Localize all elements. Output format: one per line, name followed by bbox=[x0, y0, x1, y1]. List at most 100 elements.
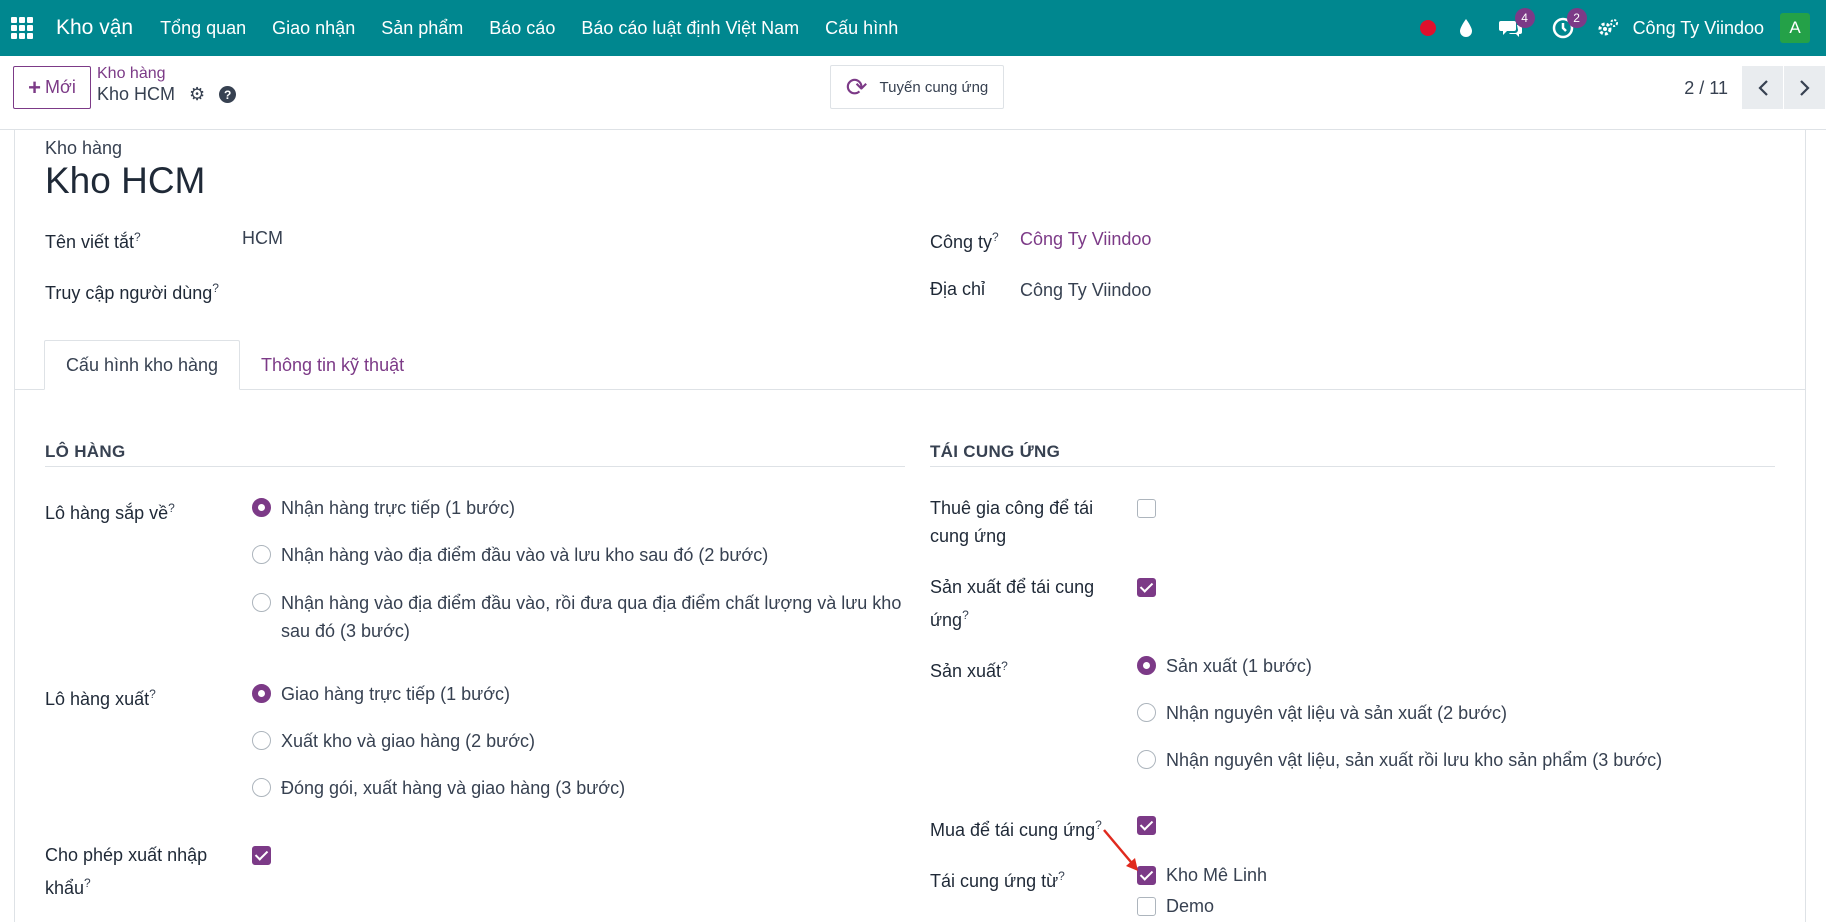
outgoing-option-3-steps[interactable]: Đóng gói, xuất hàng và giao hàng (3 bước… bbox=[252, 774, 625, 802]
outgoing-option-label: Xuất kho và giao hàng (2 bước) bbox=[281, 731, 536, 751]
incoming-shipments-label-text: Lô hàng sắp về bbox=[45, 503, 169, 523]
radio-button[interactable] bbox=[1137, 703, 1156, 722]
company-label-text: Công ty bbox=[930, 232, 993, 252]
buy-resupply-label-text: Mua để tái cung ứng bbox=[930, 820, 1096, 840]
breadcrumb: Kho hàng Kho HCM ⚙ ? bbox=[97, 65, 237, 105]
incoming-option-label: Nhận hàng trực tiếp (1 bước) bbox=[281, 498, 516, 518]
incoming-option-1-step[interactable]: Nhận hàng trực tiếp (1 bước) bbox=[252, 494, 515, 522]
resupply-from-kho-me-linh[interactable]: Kho Mê Linh bbox=[1137, 865, 1267, 886]
help-mark: ? bbox=[212, 281, 219, 295]
plus-icon: + bbox=[28, 74, 42, 100]
outgoing-option-2-steps[interactable]: Xuất kho và giao hàng (2 bước) bbox=[252, 727, 535, 755]
resupply-from-demo[interactable]: Demo bbox=[1137, 896, 1214, 917]
gear-icon[interactable]: ⚙ bbox=[189, 84, 205, 105]
record-type-label: Kho hàng bbox=[45, 138, 123, 158]
resupply-warehouse-label: Kho Mê Linh bbox=[1166, 865, 1268, 885]
drop-icon[interactable] bbox=[1447, 0, 1485, 56]
help-mark: ? bbox=[84, 876, 91, 890]
manufacture-resupply-label-text: Sản xuất để tái cung ứng bbox=[930, 577, 1095, 630]
apps-menu-icon[interactable] bbox=[0, 0, 44, 56]
refresh-icon: ⟳ bbox=[845, 72, 868, 102]
user-avatar[interactable]: A bbox=[1780, 13, 1810, 43]
pager-value[interactable]: 2 / 11 bbox=[1684, 78, 1728, 99]
form-sheet: Kho hàng Kho HCM Tên viết tắt? HCM Truy … bbox=[14, 130, 1806, 922]
buy-resupply-label: Mua để tái cung ứng? bbox=[930, 811, 1102, 844]
tab-warehouse-config[interactable]: Cấu hình kho hàng bbox=[44, 340, 240, 390]
new-button[interactable]: + Mới bbox=[13, 66, 91, 109]
help-icon[interactable]: ? bbox=[219, 86, 237, 103]
menu-overview[interactable]: Tổng quan bbox=[147, 0, 259, 56]
breadcrumb-parent-link[interactable]: Kho hàng bbox=[97, 65, 236, 83]
incoming-option-label: Nhận hàng vào địa điểm đầu vào và lưu kh… bbox=[281, 545, 769, 565]
outgoing-shipments-label: Lô hàng xuất? bbox=[45, 680, 156, 713]
menu-vn-legal-reports[interactable]: Báo cáo luật định Việt Nam bbox=[568, 0, 812, 56]
import-export-checkbox[interactable] bbox=[252, 846, 271, 865]
outgoing-option-1-step[interactable]: Giao hàng trực tiếp (1 bước) bbox=[252, 680, 510, 708]
activities-clock-icon[interactable]: 2 bbox=[1537, 0, 1589, 56]
radio-button[interactable] bbox=[1137, 656, 1156, 675]
address-label: Địa chỉ bbox=[930, 279, 986, 299]
new-button-label: Mới bbox=[45, 77, 76, 97]
breadcrumb-current-label: Kho HCM bbox=[97, 84, 176, 104]
incoming-option-3-steps[interactable]: Nhận hàng vào địa điểm đầu vào, rồi đưa … bbox=[252, 589, 907, 645]
messages-icon[interactable]: 4 bbox=[1485, 0, 1537, 56]
resupply-from-label: Tái cung ứng từ? bbox=[930, 862, 1065, 895]
manufacture-option-1-step[interactable]: Sản xuất (1 bước) bbox=[1137, 652, 1312, 680]
manufacture-resupply-checkbox[interactable] bbox=[1137, 578, 1156, 597]
menu-products[interactable]: Sản phẩm bbox=[368, 0, 476, 56]
subcontract-resupply-label: Thuê gia công để tái cung ứng bbox=[930, 498, 1094, 546]
radio-button[interactable] bbox=[1137, 750, 1156, 769]
radio-button[interactable] bbox=[252, 545, 271, 564]
short-name-label: Tên viết tắt? bbox=[45, 223, 141, 256]
annotation-arrow-icon bbox=[1103, 829, 1138, 871]
subcontract-resupply-checkbox[interactable] bbox=[1137, 499, 1156, 518]
help-mark: ? bbox=[992, 230, 999, 244]
section-divider bbox=[45, 466, 905, 467]
outgoing-option-label: Giao hàng trực tiếp (1 bước) bbox=[281, 684, 510, 704]
company-field-link[interactable]: Công Ty Viindoo bbox=[1020, 229, 1151, 250]
company-switcher[interactable]: Công Ty Viindoo bbox=[1633, 18, 1764, 39]
menu-transfers[interactable]: Giao nhận bbox=[259, 0, 368, 56]
app-brand[interactable]: Kho vận bbox=[56, 16, 133, 40]
help-mark: ? bbox=[1058, 869, 1065, 883]
activities-badge: 2 bbox=[1566, 8, 1587, 28]
help-mark: ? bbox=[962, 608, 969, 622]
short-name-label-text: Tên viết tắt bbox=[45, 232, 135, 252]
pager-next-button[interactable] bbox=[1784, 66, 1825, 109]
resupply-section-title: TÁI CUNG ỨNG bbox=[930, 442, 1061, 461]
routes-button-label: Tuyến cung ứng bbox=[879, 78, 989, 96]
radio-button[interactable] bbox=[252, 593, 271, 612]
manufacture-label: Sản xuất? bbox=[930, 652, 1008, 685]
help-mark: ? bbox=[149, 687, 156, 701]
company-label: Công ty? bbox=[930, 223, 999, 256]
manufacture-option-label: Nhận nguyên vật liệu và sản xuất (2 bước… bbox=[1166, 703, 1508, 723]
warehouse-name-title[interactable]: Kho HCM bbox=[45, 160, 205, 202]
shipments-section-title: LÔ HÀNG bbox=[45, 442, 126, 461]
manufacture-option-3-steps[interactable]: Nhận nguyên vật liệu, sản xuất rồi lưu k… bbox=[1137, 746, 1662, 774]
radio-button[interactable] bbox=[252, 498, 271, 517]
incoming-option-2-steps[interactable]: Nhận hàng vào địa điểm đầu vào và lưu kh… bbox=[252, 541, 768, 569]
recording-status-icon[interactable] bbox=[1409, 0, 1447, 56]
address-field[interactable]: Công Ty Viindoo bbox=[1020, 280, 1151, 301]
menu-reports[interactable]: Báo cáo bbox=[476, 0, 568, 56]
control-panel: + Mới Kho hàng Kho HCM ⚙ ? ⟳ Tuyến cung … bbox=[0, 56, 1826, 130]
manufacture-option-2-steps[interactable]: Nhận nguyên vật liệu và sản xuất (2 bước… bbox=[1137, 699, 1507, 727]
chevron-right-icon bbox=[1799, 79, 1810, 96]
short-name-field[interactable]: HCM bbox=[242, 228, 283, 249]
section-divider bbox=[930, 466, 1775, 467]
notebook-tabs: Cấu hình kho hàng Thông tin kỹ thuật bbox=[15, 340, 1805, 390]
routes-button[interactable]: ⟳ Tuyến cung ứng bbox=[830, 65, 1004, 109]
chevron-left-icon bbox=[1757, 79, 1768, 96]
menu-configuration[interactable]: Cấu hình bbox=[812, 0, 911, 56]
tab-technical-info[interactable]: Thông tin kỹ thuật bbox=[261, 340, 404, 390]
radio-button[interactable] bbox=[252, 684, 271, 703]
company-settings-icon[interactable] bbox=[1589, 0, 1627, 56]
resupply-warehouse-checkbox[interactable] bbox=[1137, 897, 1156, 916]
outgoing-option-label: Đóng gói, xuất hàng và giao hàng (3 bước… bbox=[281, 778, 626, 798]
breadcrumb-current: Kho HCM ⚙ ? bbox=[97, 84, 237, 105]
pager-previous-button[interactable] bbox=[1742, 66, 1783, 109]
help-mark: ? bbox=[168, 501, 175, 515]
radio-button[interactable] bbox=[252, 778, 271, 797]
user-access-label-text: Truy cập người dùng bbox=[45, 283, 213, 303]
radio-button[interactable] bbox=[252, 731, 271, 750]
